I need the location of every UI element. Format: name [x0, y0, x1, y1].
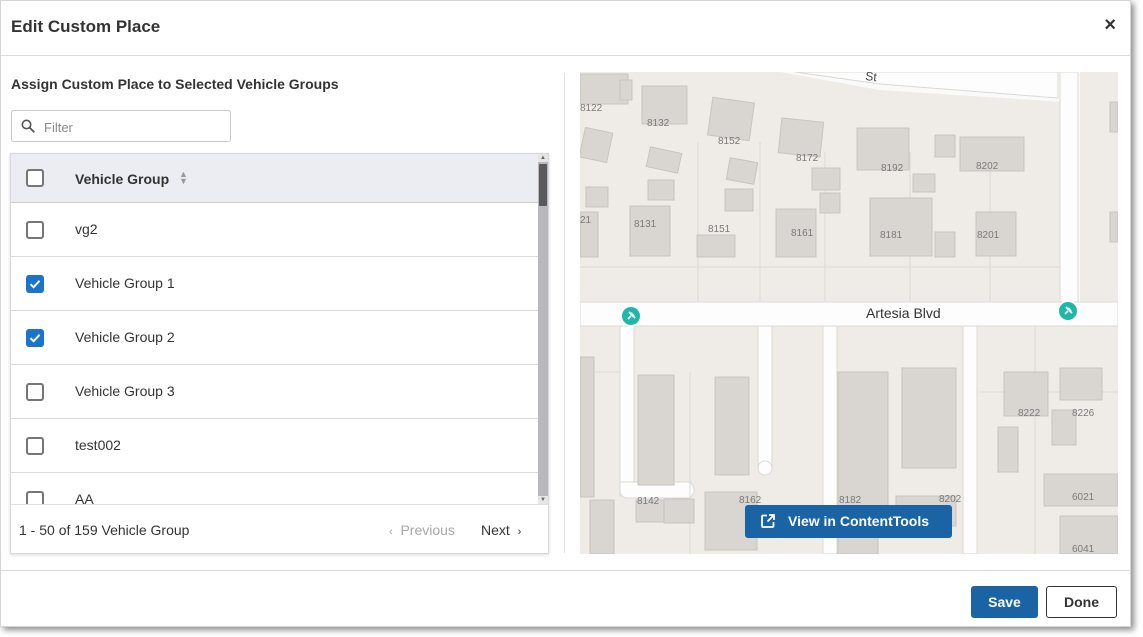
checkmark-icon	[29, 334, 41, 343]
svg-text:6021: 6021	[1072, 492, 1095, 503]
edit-custom-place-dialog: Edit Custom Place × Assign Custom Place …	[0, 0, 1131, 627]
svg-text:8222: 8222	[1018, 408, 1041, 419]
next-label: Next	[481, 522, 510, 538]
table-header: Vehicle Group ▲ ▼	[11, 154, 538, 203]
pagination-count: 1 - 50 of 159 Vehicle Group	[19, 522, 190, 538]
previous-label: Previous	[400, 522, 455, 538]
scroll-up-icon[interactable]: ▲	[538, 154, 548, 162]
street-label-top: St	[865, 72, 878, 84]
svg-text:8152: 8152	[718, 136, 741, 147]
svg-text:8142: 8142	[637, 496, 660, 507]
svg-text:6041: 6041	[1072, 544, 1095, 554]
chevron-right-icon: ›	[517, 526, 522, 538]
assign-subtitle: Assign Custom Place to Selected Vehicle …	[11, 76, 339, 92]
row-checkbox[interactable]	[26, 383, 44, 401]
table-scrollbar[interactable]: ▲ ▼	[538, 154, 548, 504]
svg-text:8201: 8201	[977, 230, 1000, 241]
svg-text:8122: 8122	[580, 103, 603, 114]
row-label: Vehicle Group 3	[75, 383, 175, 399]
next-page-button[interactable]: Next ›	[481, 522, 521, 538]
table-row[interactable]: test002	[11, 419, 538, 473]
map-canvas: 8122 8132 8152 8172 8192 8202 8131 8151 …	[580, 72, 1118, 554]
scroll-thumb[interactable]	[539, 164, 547, 206]
map-view[interactable]: 8122 8132 8152 8172 8192 8202 8131 8151 …	[580, 72, 1118, 554]
table-body: vg2 Vehicle Group 1 Vehicle Group 2 Vehi…	[11, 203, 538, 504]
sort-icon[interactable]: ▲ ▼	[179, 170, 188, 186]
table-row[interactable]: vg2	[11, 203, 538, 257]
svg-text:8132: 8132	[647, 118, 670, 129]
panel-divider	[564, 73, 565, 553]
previous-page-button[interactable]: ‹ Previous	[389, 522, 455, 538]
save-button[interactable]: Save	[971, 586, 1038, 618]
row-checkbox[interactable]	[26, 221, 44, 239]
dialog-header: Edit Custom Place ×	[1, 1, 1130, 56]
view-button-label: View in ContentTools	[788, 513, 930, 529]
svg-text:8181: 8181	[880, 230, 903, 241]
street-label-artesia: Artesia Blvd	[866, 305, 941, 321]
vehicle-group-table: Vehicle Group ▲ ▼ vg2 Vehicle Group 1 Veh…	[10, 153, 549, 554]
row-label: Vehicle Group 2	[75, 329, 175, 345]
chevron-left-icon: ‹	[389, 526, 393, 538]
select-all-checkbox[interactable]	[26, 169, 44, 187]
row-label: Vehicle Group 1	[75, 275, 175, 291]
footer-divider	[1, 570, 1130, 571]
svg-text:8161: 8161	[791, 228, 814, 239]
checkmark-icon	[29, 280, 41, 289]
row-checkbox[interactable]	[26, 329, 44, 347]
svg-text:21: 21	[580, 215, 592, 226]
row-checkbox[interactable]	[26, 437, 44, 455]
column-header-vehicle-group[interactable]: Vehicle Group	[75, 171, 169, 187]
map-pin-icon	[1057, 300, 1079, 322]
table-row[interactable]: Vehicle Group 1	[11, 257, 538, 311]
map-pin-icon	[620, 305, 642, 327]
search-icon	[21, 119, 35, 133]
external-link-icon	[761, 514, 775, 528]
svg-text:8192: 8192	[881, 163, 904, 174]
table-row[interactable]: Vehicle Group 2	[11, 311, 538, 365]
row-label: vg2	[75, 221, 98, 237]
row-checkbox[interactable]	[26, 491, 44, 504]
close-icon[interactable]: ×	[1104, 14, 1116, 36]
svg-text:8202: 8202	[939, 494, 962, 505]
svg-text:8172: 8172	[796, 153, 819, 164]
svg-text:8202: 8202	[976, 161, 999, 172]
filter-input[interactable]	[44, 117, 224, 137]
svg-text:8226: 8226	[1072, 408, 1095, 419]
row-label: test002	[75, 437, 121, 453]
svg-text:8131: 8131	[634, 219, 657, 230]
table-pagination: 1 - 50 of 159 Vehicle Group ‹ Previous N…	[11, 504, 548, 554]
table-row[interactable]: AA	[11, 473, 538, 504]
row-label: AA	[75, 491, 94, 504]
view-in-contenttools-button[interactable]: View in ContentTools	[745, 505, 952, 538]
table-row[interactable]: Vehicle Group 3	[11, 365, 538, 419]
row-checkbox[interactable]	[26, 275, 44, 293]
done-button[interactable]: Done	[1046, 586, 1117, 618]
scroll-down-icon[interactable]: ▼	[538, 496, 548, 504]
dialog-title: Edit Custom Place	[11, 17, 161, 36]
svg-text:8151: 8151	[708, 224, 731, 235]
filter-field[interactable]	[11, 110, 231, 142]
